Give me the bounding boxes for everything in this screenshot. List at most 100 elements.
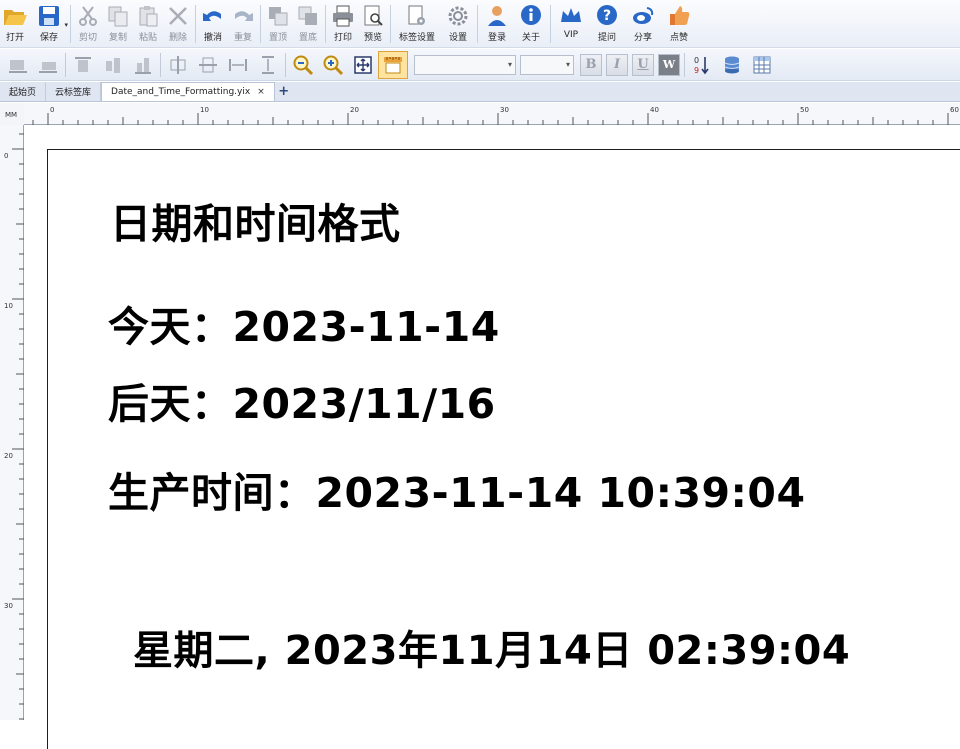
close-icon[interactable]: ×	[257, 87, 265, 97]
login-button[interactable]: 登录	[480, 3, 514, 47]
document-tab-bar: 起始页 云标签库 Date_and_Time_Formatting.yix × …	[0, 82, 960, 102]
delete-button[interactable]: 删除	[163, 3, 193, 47]
ruler-label: 50	[800, 106, 809, 114]
save-button[interactable]: 保存 ▾	[30, 3, 68, 47]
underline-button[interactable]: U	[632, 53, 654, 76]
font-family-select[interactable]: ▾	[414, 54, 516, 75]
ruler-label: 20	[350, 106, 359, 114]
center-vertical-icon	[199, 57, 217, 72]
save-dropdown-icon[interactable]: ▾	[64, 21, 68, 29]
toolbar-separator	[390, 5, 391, 43]
fit-arrows-icon	[354, 55, 372, 74]
folder-open-icon	[4, 10, 27, 25]
print-preview-icon	[364, 5, 383, 26]
share-button[interactable]: 分享	[625, 3, 661, 47]
font-size-select[interactable]: ▾	[520, 54, 574, 75]
preview-button[interactable]: 预览	[358, 3, 388, 47]
toolbar-separator	[70, 5, 71, 43]
tab-label: 起始页	[9, 88, 37, 98]
center-vertical-button[interactable]	[193, 51, 223, 79]
cut-button[interactable]: 剪切	[73, 3, 103, 47]
align-middle-icon	[106, 57, 120, 73]
grid-toggle-button[interactable]	[378, 50, 408, 79]
label-weekday-datetime-text[interactable]: 星期二, 2023年11月14日 02:39:04	[133, 618, 850, 676]
align-left-icon	[9, 59, 27, 73]
align-bottom-button[interactable]	[128, 51, 158, 79]
word-wrap-button[interactable]: W	[658, 53, 680, 76]
database-button[interactable]	[717, 51, 747, 79]
horizontal-ruler: 0 10 20 30 40 50 60	[24, 103, 960, 125]
vertical-ruler-ticks: 0 10 20 30	[4, 133, 24, 720]
toolbar-separator	[195, 5, 196, 43]
toolbar-separator	[477, 5, 478, 43]
toolbar-separator	[160, 52, 161, 77]
delete-x-icon	[169, 7, 187, 25]
sort-numeric-icon: 09	[694, 56, 709, 75]
ruler-label: 10	[4, 302, 13, 310]
distribute-vertical-button[interactable]	[253, 51, 283, 79]
copy-button[interactable]: 复制	[103, 3, 133, 47]
zoom-out-button[interactable]	[288, 51, 318, 79]
ruler-label: 10	[200, 106, 209, 114]
chevron-down-icon: ▾	[507, 60, 512, 69]
bring-to-front-button[interactable]: 置顶	[263, 3, 293, 47]
align-top-icon	[75, 56, 91, 72]
undo-button[interactable]: 撤消	[198, 3, 228, 47]
italic-button[interactable]: I	[606, 53, 628, 76]
question-button[interactable]: ? 提问	[589, 3, 625, 47]
send-to-back-button[interactable]: 置底	[293, 3, 323, 47]
bring-front-icon	[269, 7, 288, 26]
table-button[interactable]	[747, 51, 777, 79]
question-mark-icon: ?	[597, 5, 617, 25]
label-page[interactable]: 日期和时间格式 今天：2023-11-14 后天：2023/11/16 生产时间…	[47, 149, 960, 749]
align-top-button[interactable]	[68, 51, 98, 79]
ruler-label: 30	[4, 602, 13, 610]
print-button[interactable]: 打印	[328, 3, 358, 47]
vip-button[interactable]: VIP	[553, 3, 589, 47]
toolbar-separator	[260, 5, 261, 43]
info-icon	[521, 5, 541, 25]
database-icon	[724, 56, 740, 73]
tab-cloud-library[interactable]: 云标签库	[46, 82, 102, 101]
align-middle-button[interactable]	[98, 51, 128, 79]
open-button[interactable]: 打开	[0, 3, 30, 47]
label-settings-button[interactable]: 标签设置	[393, 3, 441, 47]
tab-start-page[interactable]: 起始页	[0, 82, 47, 101]
sort-button[interactable]: 09	[687, 51, 717, 79]
tab-label: 云标签库	[55, 88, 92, 98]
align-right-icon	[39, 61, 57, 73]
label-title-text[interactable]: 日期和时间格式	[110, 190, 401, 250]
distribute-vertical-icon	[262, 55, 274, 74]
fit-window-button[interactable]	[348, 51, 378, 79]
label-production-time-text[interactable]: 生产时间：2023-11-14 10:39:04	[108, 459, 806, 519]
toolbar-separator	[325, 5, 326, 43]
align-right-button[interactable]	[33, 51, 63, 79]
settings-button[interactable]: 设置	[441, 3, 475, 47]
align-left-button[interactable]	[3, 51, 33, 79]
design-canvas[interactable]: 日期和时间格式 今天：2023-11-14 后天：2023/11/16 生产时间…	[25, 126, 960, 749]
label-after-tomorrow-text[interactable]: 后天：2023/11/16	[108, 370, 496, 430]
about-button[interactable]: 关于	[514, 3, 548, 47]
ruler-label: 40	[650, 106, 659, 114]
ruler-label: 60	[950, 106, 959, 114]
format-toolbar: ▾ ▾ B I U W 09	[0, 49, 960, 81]
scissors-icon	[79, 6, 97, 26]
user-icon	[488, 6, 506, 26]
toolbar-separator	[285, 52, 286, 77]
toolbar-separator	[550, 5, 551, 43]
ruler-label: 0	[50, 106, 54, 114]
weibo-icon	[633, 7, 654, 24]
align-bottom-icon	[135, 57, 151, 74]
like-button[interactable]: 点赞	[661, 3, 697, 47]
zoom-in-button[interactable]	[318, 51, 348, 79]
ruler-grid-icon	[384, 56, 402, 73]
bold-button[interactable]: B	[580, 53, 602, 76]
distribute-horizontal-button[interactable]	[223, 51, 253, 79]
redo-button[interactable]: 重复	[228, 3, 258, 47]
center-horizontal-button[interactable]	[163, 51, 193, 79]
tab-document[interactable]: Date_and_Time_Formatting.yix ×	[101, 82, 275, 101]
add-tab-button[interactable]: +	[275, 82, 293, 101]
paste-button[interactable]: 粘贴	[133, 3, 163, 47]
redo-arrow-icon	[235, 11, 253, 21]
label-today-text[interactable]: 今天：2023-11-14	[108, 293, 500, 353]
